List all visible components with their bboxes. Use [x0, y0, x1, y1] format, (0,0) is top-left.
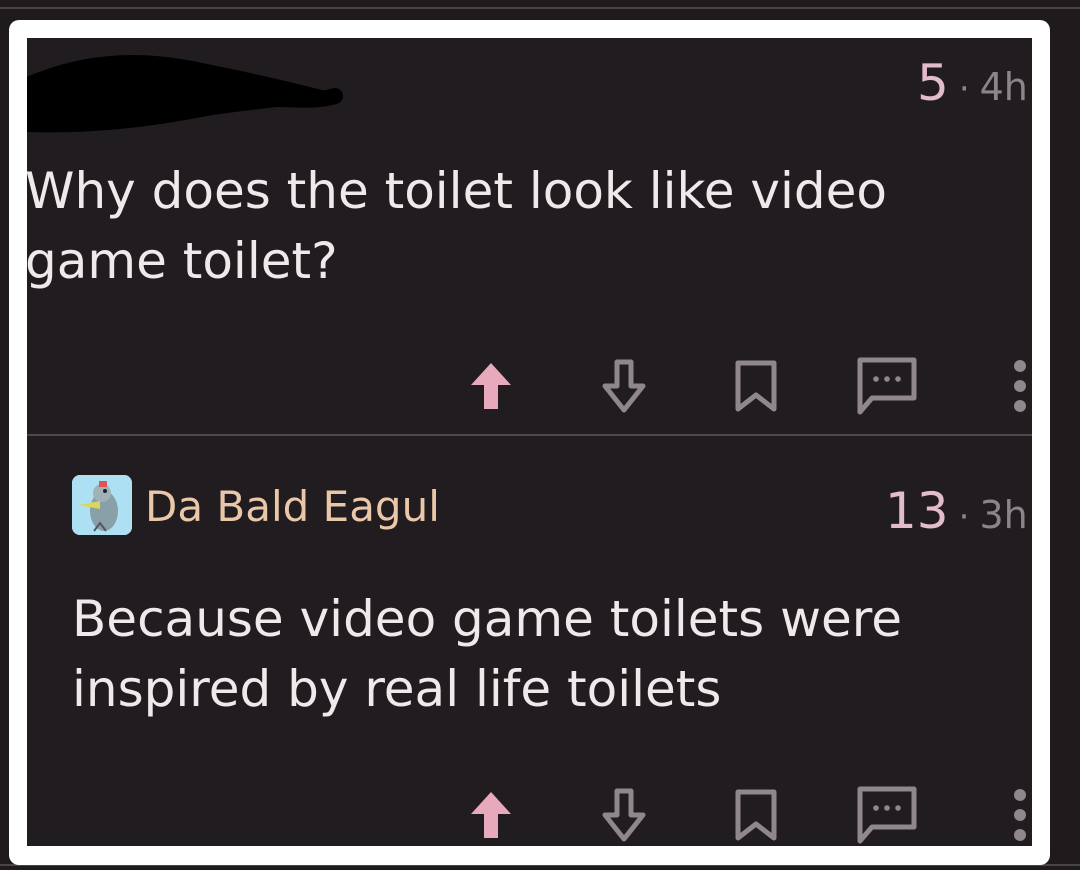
redaction-scribble: [27, 55, 343, 133]
comment-author[interactable]: Da Bald Eagul: [145, 482, 440, 531]
bookmark-icon: [735, 360, 777, 412]
avatar[interactable]: [72, 475, 132, 535]
post-more-button[interactable]: [985, 351, 1032, 421]
comment-action-bar: [27, 780, 1032, 846]
top-divider: [0, 7, 1080, 9]
more-vertical-icon: [1014, 360, 1026, 412]
comment-age: 3h: [979, 493, 1028, 537]
post-comment-divider: [27, 434, 1032, 436]
arrow-down-icon: [602, 359, 646, 413]
comment-upvote-button[interactable]: [456, 780, 526, 846]
comment-meta: 13 · 3h: [885, 482, 1028, 540]
comment-icon: [857, 357, 917, 415]
arrow-up-icon: [471, 363, 511, 409]
post-meta: 5 · 4h: [917, 54, 1028, 112]
comment-meta-separator: ·: [958, 497, 970, 537]
comment-reply-button[interactable]: [852, 780, 922, 846]
post-upvote-button[interactable]: [456, 351, 526, 421]
comment-score: 13: [885, 482, 949, 540]
comment-downvote-button[interactable]: [589, 780, 659, 846]
bookmark-icon: [735, 789, 777, 841]
post-action-bar: [27, 351, 1032, 421]
post-save-button[interactable]: [721, 351, 791, 421]
post-reply-button[interactable]: [852, 351, 922, 421]
post-age: 4h: [979, 65, 1028, 109]
comment-icon: [857, 786, 917, 844]
comment-body: Because video game toilets were inspired…: [72, 590, 902, 718]
post-title: Why does the toilet look like video game…: [27, 162, 887, 290]
thread-view: 5 · 4h Why does the toilet look like vid…: [27, 38, 1032, 846]
arrow-up-icon: [471, 792, 511, 838]
arrow-down-icon: [602, 788, 646, 842]
comment-save-button[interactable]: [721, 780, 791, 846]
post-meta-separator: ·: [958, 69, 970, 109]
post-score: 5: [917, 54, 949, 112]
comment-more-button[interactable]: [985, 780, 1032, 846]
more-vertical-icon: [1014, 789, 1026, 841]
bird-avatar-icon: [72, 475, 132, 535]
post-downvote-button[interactable]: [589, 351, 659, 421]
